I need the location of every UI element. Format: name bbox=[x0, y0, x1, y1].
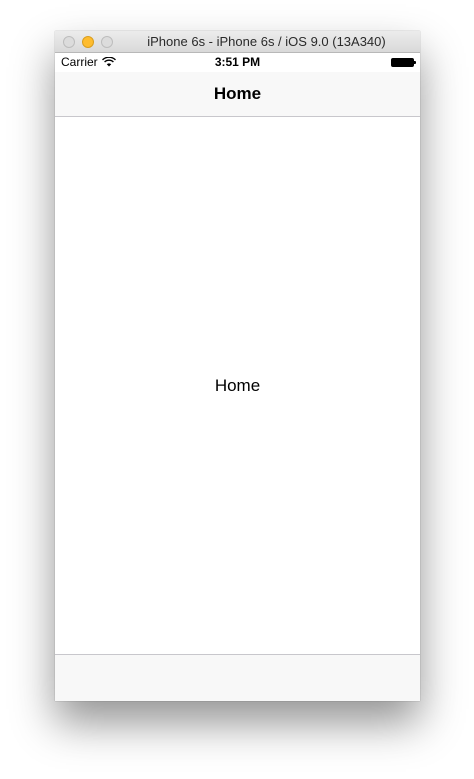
window-title: iPhone 6s - iPhone 6s / iOS 9.0 (13A340) bbox=[147, 34, 386, 49]
close-button[interactable] bbox=[63, 36, 75, 48]
simulator-window: iPhone 6s - iPhone 6s / iOS 9.0 (13A340)… bbox=[55, 31, 420, 701]
window-controls bbox=[63, 36, 113, 48]
minimize-button[interactable] bbox=[82, 36, 94, 48]
content-label: Home bbox=[214, 375, 261, 395]
nav-title: Home bbox=[213, 84, 262, 103]
navigation-bar: Home bbox=[55, 72, 420, 117]
status-bar: Carrier 3:51 PM bbox=[55, 53, 420, 72]
device-screen: Carrier 3:51 PM Home Home bbox=[55, 53, 420, 701]
status-time: 3:51 PM bbox=[214, 55, 261, 69]
window-titlebar[interactable]: iPhone 6s - iPhone 6s / iOS 9.0 (13A340) bbox=[55, 31, 420, 53]
desktop: iPhone 6s - iPhone 6s / iOS 9.0 (13A340)… bbox=[0, 0, 474, 779]
battery-icon bbox=[391, 58, 416, 67]
zoom-button[interactable] bbox=[101, 36, 113, 48]
main-content: Home bbox=[55, 117, 420, 654]
bottom-toolbar bbox=[55, 654, 420, 701]
